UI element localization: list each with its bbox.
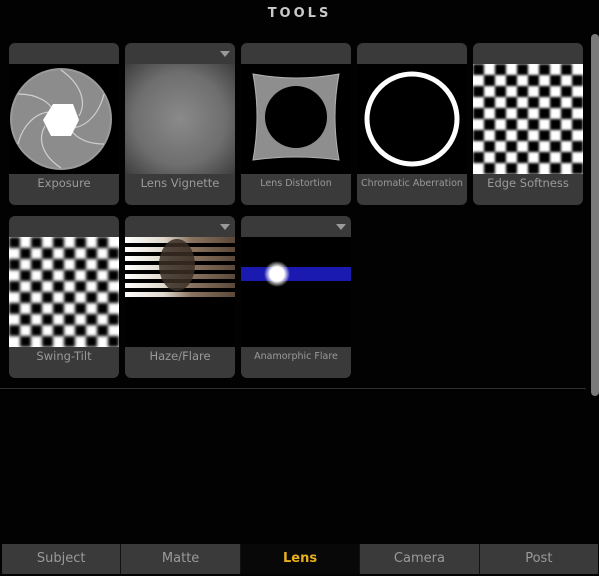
tool-label: Lens Distortion bbox=[260, 178, 332, 189]
tab-camera[interactable]: Camera bbox=[360, 544, 480, 574]
chevron-down-icon[interactable] bbox=[336, 224, 346, 230]
tool-anamorphic-flare[interactable]: Anamorphic Flare bbox=[241, 216, 351, 378]
checker-tilt-icon bbox=[9, 237, 119, 347]
tool-chromatic-aberration[interactable]: Chromatic Aberration bbox=[357, 43, 467, 205]
tool-swing-tilt[interactable]: Swing-Tilt bbox=[9, 216, 119, 378]
scrollbar[interactable] bbox=[591, 34, 599, 396]
haze-icon bbox=[125, 237, 235, 347]
distortion-icon bbox=[241, 64, 351, 174]
tool-lens-vignette[interactable]: Lens Vignette bbox=[125, 43, 235, 205]
tool-edge-softness[interactable]: Edge Softness bbox=[473, 43, 583, 205]
tool-lens-distortion[interactable]: Lens Distortion bbox=[241, 43, 351, 205]
aperture-icon bbox=[9, 64, 119, 174]
tool-label: Anamorphic Flare bbox=[254, 351, 338, 362]
tab-subject[interactable]: Subject bbox=[2, 544, 122, 574]
category-tabs: Subject Matte Lens Camera Post bbox=[2, 544, 599, 574]
chevron-down-icon[interactable] bbox=[220, 51, 230, 57]
checker-soft-icon bbox=[473, 64, 583, 174]
tool-haze-flare[interactable]: Haze/Flare bbox=[125, 216, 235, 378]
tool-label: Haze/Flare bbox=[149, 349, 211, 363]
tool-label: Swing-Tilt bbox=[36, 349, 92, 363]
tab-post[interactable]: Post bbox=[479, 544, 599, 574]
vignette-icon bbox=[125, 64, 235, 174]
chevron-down-icon[interactable] bbox=[220, 224, 230, 230]
panel-title: TOOLS bbox=[267, 6, 332, 21]
tool-label: Chromatic Aberration bbox=[361, 178, 463, 189]
tool-label: Exposure bbox=[37, 176, 91, 190]
anamorphic-flare-icon bbox=[241, 237, 351, 347]
tool-label: Lens Vignette bbox=[140, 176, 220, 190]
tool-exposure[interactable]: Exposure bbox=[9, 43, 119, 205]
tab-lens[interactable]: Lens bbox=[240, 544, 361, 574]
tools-panel: TOOLS Exposure Lens Vignette Lens Distor… bbox=[0, 0, 599, 576]
tab-matte[interactable]: Matte bbox=[121, 544, 241, 574]
ring-icon bbox=[357, 64, 467, 174]
tool-label: Edge Softness bbox=[487, 176, 569, 190]
divider bbox=[0, 388, 586, 389]
